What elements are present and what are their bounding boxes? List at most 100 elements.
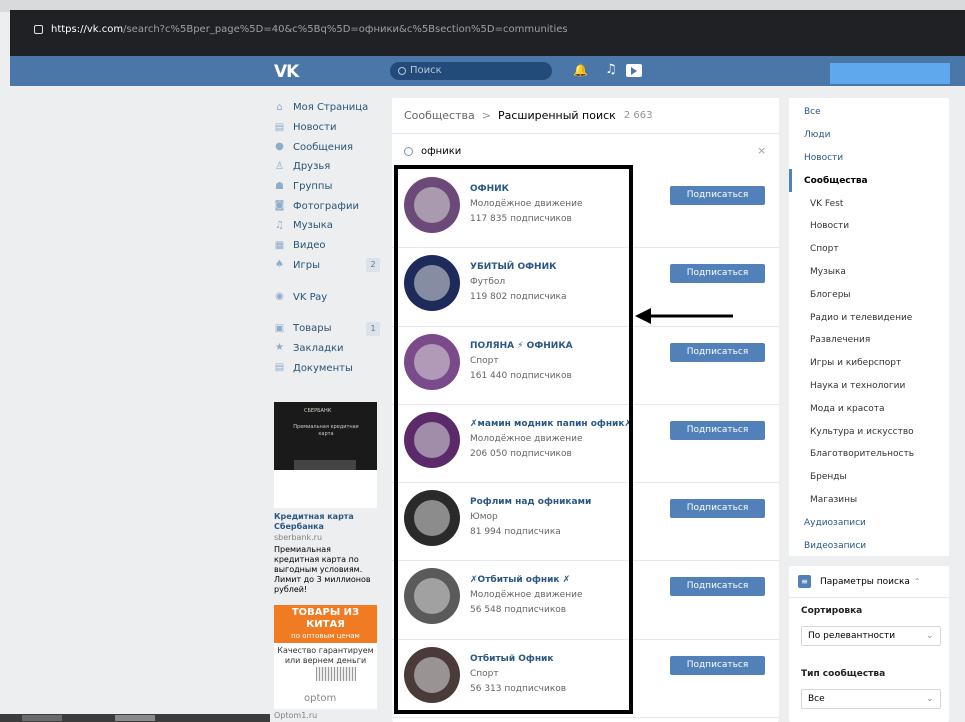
sidebar-item[interactable]: ▦ Видео (274, 236, 382, 256)
ad2-domain[interactable]: Optom1.ru (274, 711, 317, 720)
ad-domain[interactable]: sberbank.ru (274, 532, 377, 543)
right-nav: Все Люди Новости Сообщества VK Fest Новости Сп… (789, 98, 949, 556)
breadcrumb: Сообщества > Расширенный поиск 2 663 (392, 98, 779, 134)
nav-item[interactable]: Аудиозаписи (789, 511, 949, 534)
nav-item[interactable]: Радио и телевидение (789, 306, 949, 329)
breadcrumb-advanced-search: Расширенный поиск (497, 109, 616, 122)
play-icon[interactable] (626, 64, 642, 77)
camera-icon: ◙ (274, 200, 285, 212)
chevron-up-icon: ⌃ (913, 577, 921, 586)
sidebar-item[interactable]: ⌂ Моя Страница (274, 98, 382, 118)
nav-item[interactable]: Видеозаписи (789, 534, 949, 557)
ad-text: Премиальная кредитная карта по выгодным … (274, 545, 371, 594)
sidebar-item-label: Документы (293, 362, 353, 374)
lock-icon (34, 25, 43, 34)
bell-icon[interactable]: 🔔 (573, 64, 588, 76)
nav-item[interactable]: Музыка (789, 261, 949, 284)
ad-title[interactable]: Кредитная карта Сбербанка (274, 512, 377, 532)
music-note-icon[interactable]: ♫ (605, 63, 617, 77)
breadcrumb-communities[interactable]: Сообщества (404, 109, 475, 122)
sidebar-item[interactable]: ◙ Фотографии (274, 196, 382, 216)
close-icon[interactable]: × (757, 144, 766, 157)
nav-item[interactable]: Блогеры (789, 283, 949, 306)
nav-item[interactable]: Магазины (789, 489, 949, 512)
nav-item[interactable]: Развлечения (789, 329, 949, 352)
search-input[interactable]: офники × (392, 135, 779, 167)
subscribe-button[interactable]: Подписаться (670, 264, 765, 284)
params-title: Параметры поиска (820, 576, 910, 587)
documents-icon: ▤ (274, 362, 285, 374)
sidebar-item[interactable]: ☗ Группы (274, 177, 382, 197)
profile-menu[interactable] (830, 63, 950, 84)
ad-image-caption: Премиальная кредитная карта (293, 424, 359, 437)
goods-icon: ▣ (274, 322, 285, 334)
friends-icon: ♙ (275, 160, 284, 172)
type-select[interactable]: Все ⌄ (801, 689, 941, 709)
nav-item[interactable]: Мода и красота (789, 397, 949, 420)
search-icon (398, 67, 406, 75)
sort-value: По релевантности (808, 631, 896, 641)
nav-item[interactable]: Люди (789, 124, 949, 147)
ad-image-bottom (274, 470, 377, 508)
nav-item[interactable]: VK Fest (789, 192, 949, 215)
sidebar-item[interactable]: ♙ Друзья (274, 157, 382, 177)
subscribe-button[interactable]: Подписаться (670, 655, 765, 675)
nav-item[interactable]: Сообщества (789, 169, 949, 192)
subscribe-button[interactable]: Подписаться (670, 342, 765, 362)
annotation-box (394, 165, 633, 714)
params-header[interactable]: ≡ Параметры поиска ⌃ (789, 566, 949, 598)
chevron-down-icon: ⌄ (926, 631, 934, 641)
sidebar-item-count: 1 (366, 321, 380, 336)
sidebar-item[interactable]: ▤ Документы (274, 358, 382, 378)
star-icon: ★ (275, 342, 284, 354)
nav-item[interactable]: Наука и технологии (789, 375, 949, 398)
subscribe-button[interactable]: Подписаться (670, 420, 765, 440)
nav-item[interactable]: Игры и киберспорт (789, 352, 949, 375)
taskbar-item[interactable] (115, 715, 155, 721)
ad-sberbank-image[interactable]: СБЕРБАНК Премиальная кредитная карта (274, 402, 377, 508)
filter-icon: ≡ (798, 575, 811, 588)
sidebar-item[interactable]: ◉ VK Pay (274, 287, 382, 307)
nav-item[interactable]: Спорт (789, 238, 949, 261)
nav-item[interactable]: Культура и искусство (789, 420, 949, 443)
header-search-input[interactable]: Поиск (390, 62, 552, 80)
sidebar-separator (274, 307, 382, 319)
subscribe-button[interactable]: Подписаться (670, 499, 765, 519)
sidebar-item[interactable]: ♠ Игры 2 (274, 256, 382, 276)
nav-item[interactable]: Бренды (789, 466, 949, 489)
sidebar-item-label: Игры (293, 259, 320, 271)
home-icon: ⌂ (276, 101, 283, 113)
sidebar-item-label: Сообщения (293, 141, 354, 153)
nav-item[interactable]: Новости (789, 215, 949, 238)
nav-item[interactable]: Новости (789, 147, 949, 170)
games-icon: ♠ (275, 259, 284, 271)
url-host: https://vk.com (51, 24, 124, 35)
sort-select[interactable]: По релевантности ⌄ (801, 626, 941, 646)
nav-item[interactable]: Все (789, 101, 949, 124)
sidebar-item[interactable]: ▤ Новости (274, 118, 382, 138)
subscribe-button[interactable]: Подписаться (670, 186, 765, 205)
search-query: офники (421, 145, 462, 157)
vk-header: VK Поиск 🔔 ♫ (10, 56, 965, 86)
pay-icon: ◉ (275, 291, 284, 303)
sidebar-separator (274, 275, 382, 287)
ad-brand: СБЕРБАНК (304, 408, 332, 414)
sidebar-item[interactable]: ▣ Товары 1 (274, 319, 382, 339)
ad-card-graphic (294, 460, 356, 470)
taskbar-item[interactable] (22, 715, 62, 721)
sidebar-item-label: Группы (293, 181, 333, 193)
news-icon: ▤ (274, 121, 285, 133)
sidebar-item[interactable]: ★ Закладки (274, 339, 382, 359)
taskbar (0, 714, 270, 722)
sidebar-item[interactable]: ♫ Музыка (274, 216, 382, 236)
address-bar[interactable]: https://vk.com/search?c%5Bper_page%5D=40… (34, 24, 568, 35)
nav-item[interactable]: Благотворительность (789, 443, 949, 466)
sidebar-item[interactable]: ● Сообщения (274, 137, 382, 157)
ad-sberbank[interactable]: СБЕРБАНК Премиальная кредитная карта Кре… (274, 402, 377, 595)
vk-logo[interactable]: VK (274, 62, 299, 82)
ad-optom[interactable]: ТОВАРЫ ИЗ КИТАЯ по оптовым ценам Качеств… (274, 605, 377, 709)
url-path: /search?c%5Bper_page%5D=40&c%5Bq%5D=офни… (123, 24, 568, 35)
sidebar-item-label: Музыка (293, 220, 333, 232)
subscribe-button[interactable]: Подписаться (670, 577, 765, 597)
type-value: Все (808, 694, 825, 704)
